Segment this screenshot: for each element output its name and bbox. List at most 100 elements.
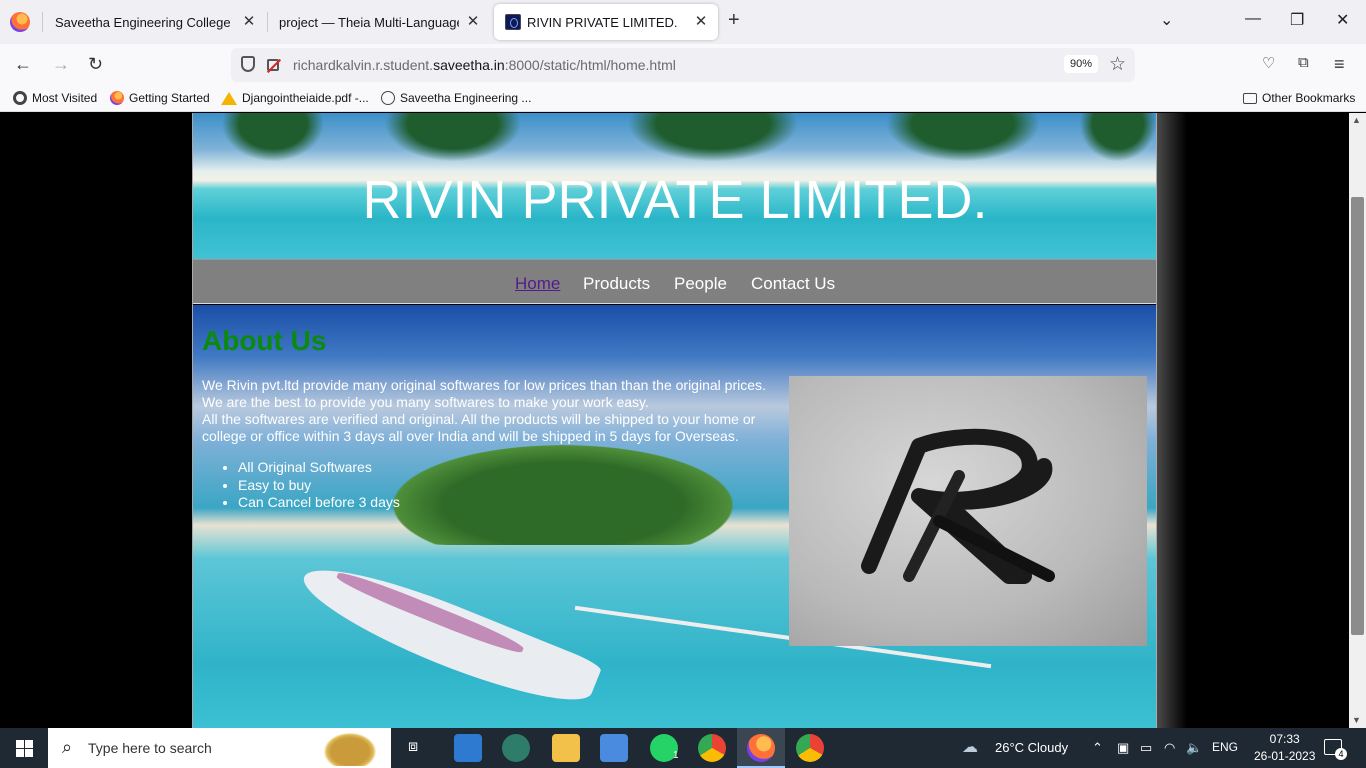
search-placeholder: Type here to search (88, 740, 212, 756)
tab-title: RIVIN PRIVATE LIMITED. (527, 14, 678, 30)
store-icon[interactable] (600, 734, 628, 762)
drive-icon (221, 91, 237, 105)
file-explorer-icon[interactable] (552, 734, 580, 762)
forward-icon[interactable]: → (52, 54, 70, 75)
restore-icon[interactable]: ❐ (1290, 10, 1304, 30)
page-viewport: RIVIN PRIVATE LIMITED. Home Products Peo… (0, 113, 1366, 728)
menu-hamburger-icon[interactable]: ≡ (1334, 54, 1345, 75)
close-tab-icon[interactable]: ✕ (464, 12, 482, 30)
whatsapp-badge: 1 (673, 750, 679, 761)
boat-background (293, 549, 603, 721)
tab-rivin-active[interactable]: RIVIN PRIVATE LIMITED. ✕ (494, 4, 718, 40)
firefox-icon (747, 734, 775, 762)
url-text[interactable]: richardkalvin.r.student.saveetha.in:8000… (293, 57, 676, 73)
about-paragraph: We Rivin pvt.ltd provide many original s… (202, 377, 787, 445)
close-window-icon[interactable]: ✕ (1336, 10, 1349, 30)
reload-icon[interactable]: ↻ (88, 54, 103, 75)
chrome-profile-icon[interactable] (796, 734, 824, 762)
nav-contact-link[interactable]: Contact Us (751, 274, 835, 294)
bookmark-star-icon[interactable]: ☆ (1109, 53, 1126, 76)
zoom-indicator[interactable]: 90% (1064, 55, 1099, 73)
language-indicator[interactable]: ENG (1212, 740, 1238, 754)
weather-text[interactable]: 26°C Cloudy (995, 740, 1068, 755)
r-logo-image (789, 376, 1147, 646)
scroll-down-icon[interactable]: ▼ (1352, 715, 1361, 725)
minimize-icon[interactable]: — (1245, 10, 1261, 28)
nav-people-link[interactable]: People (674, 274, 727, 294)
list-tabs-chevron-icon[interactable]: ⌄ (1160, 10, 1173, 30)
close-tab-icon[interactable]: ✕ (240, 12, 258, 30)
about-section: About Us We Rivin pvt.ltd provide many o… (193, 305, 1156, 728)
island-background (393, 445, 733, 545)
palm-tree-image (373, 113, 533, 168)
start-icon[interactable] (16, 740, 33, 757)
show-hidden-icons-icon[interactable]: ⌃ (1092, 740, 1103, 756)
back-icon[interactable]: ← (14, 54, 32, 75)
site-favicon-icon (505, 14, 521, 30)
battery-icon[interactable]: ▭ (1140, 740, 1152, 756)
meet-now-icon[interactable]: ▣ (1117, 740, 1129, 756)
volume-icon[interactable]: 🔈 (1186, 740, 1202, 756)
page-shadow (1157, 113, 1187, 728)
folder-icon (1243, 92, 1257, 104)
tab-bar: Saveetha Engineering College ✕ project —… (0, 0, 1366, 44)
scrollbar[interactable]: ▲ ▼ (1349, 113, 1366, 728)
mail-icon[interactable] (454, 734, 482, 762)
scrollbar-thumb[interactable] (1351, 197, 1364, 635)
edge-icon[interactable] (502, 734, 530, 762)
palm-tree-image (213, 113, 333, 168)
shield-icon[interactable] (241, 56, 255, 72)
nav-toolbar: ← → ↻ richardkalvin.r.student.saveetha.i… (0, 44, 1366, 86)
insecure-lock-icon[interactable] (267, 59, 279, 71)
close-tab-icon[interactable]: ✕ (692, 12, 710, 30)
new-tab-icon[interactable]: + (728, 9, 740, 32)
wifi-icon[interactable]: ◠ (1164, 740, 1175, 756)
about-heading: About Us (202, 325, 327, 356)
header-banner: RIVIN PRIVATE LIMITED. (193, 113, 1156, 259)
republic-day-emblem-icon[interactable] (320, 730, 380, 766)
scroll-up-icon[interactable]: ▲ (1352, 115, 1361, 125)
tab-theia[interactable]: project — Theia Multi-Language Ex ✕ (268, 4, 490, 40)
list-item: Can Cancel before 3 days (238, 494, 400, 512)
bookmark-django-pdf[interactable]: Djangointheiaide.pdf -... (221, 91, 369, 105)
gear-icon (13, 91, 27, 105)
other-bookmarks[interactable]: Other Bookmarks (1243, 91, 1355, 105)
nav-home-link[interactable]: Home (515, 274, 560, 294)
search-icon: ⌕ (62, 737, 73, 757)
about-line: We Rivin pvt.ltd provide many original s… (202, 377, 766, 393)
bookmark-saveetha[interactable]: Saveetha Engineering ... (381, 91, 531, 105)
palm-tree-image (613, 113, 813, 168)
clock-date: 26-01-2023 (1254, 749, 1316, 763)
extensions-icon[interactable]: ⧉ (1298, 54, 1309, 71)
pocket-icon[interactable]: ♡ (1262, 54, 1275, 72)
chrome-icon[interactable] (698, 734, 726, 762)
address-bar[interactable]: richardkalvin.r.student.saveetha.in:8000… (231, 48, 1135, 82)
about-line: All the softwares are verified and origi… (202, 411, 756, 444)
tab-saveetha[interactable]: Saveetha Engineering College ✕ (44, 4, 266, 40)
firefox-icon (110, 91, 124, 105)
taskbar-search[interactable]: ⌕ Type here to search (48, 728, 391, 768)
globe-icon (381, 91, 395, 105)
firefox-taskbar-button[interactable] (737, 728, 785, 768)
task-view-icon[interactable]: ⧈ (408, 738, 418, 756)
cloud-icon[interactable]: ☁ (962, 737, 978, 757)
tab-title: project — Theia Multi-Language Ex (279, 14, 459, 30)
clock[interactable]: 07:33 26-01-2023 (1254, 731, 1315, 765)
palm-tree-image (1073, 113, 1156, 168)
notification-count: 4 (1335, 748, 1347, 760)
about-line: We are the best to provide you many soft… (202, 394, 649, 410)
list-item: All Original Softwares (238, 459, 400, 477)
bookmark-getting-started[interactable]: Getting Started (110, 91, 210, 105)
list-item: Easy to buy (238, 477, 400, 495)
windows-taskbar: ⌕ Type here to search ⧈ 1 ☁ 26°C Cloudy … (0, 728, 1366, 768)
features-list: All Original Softwares Easy to buy Can C… (238, 459, 400, 512)
bookmark-most-visited[interactable]: Most Visited (13, 91, 97, 105)
bookmarks-toolbar: Most Visited Getting Started Djangointhe… (0, 86, 1366, 112)
notification-icon[interactable]: 4 (1324, 739, 1347, 760)
nav-products-link[interactable]: Products (583, 274, 650, 294)
palm-tree-image (873, 113, 1053, 168)
site-title: RIVIN PRIVATE LIMITED. (362, 170, 988, 230)
tab-title: Saveetha Engineering College (55, 14, 231, 30)
firefox-icon[interactable] (10, 12, 30, 32)
r-letter-logo (861, 428, 1055, 584)
